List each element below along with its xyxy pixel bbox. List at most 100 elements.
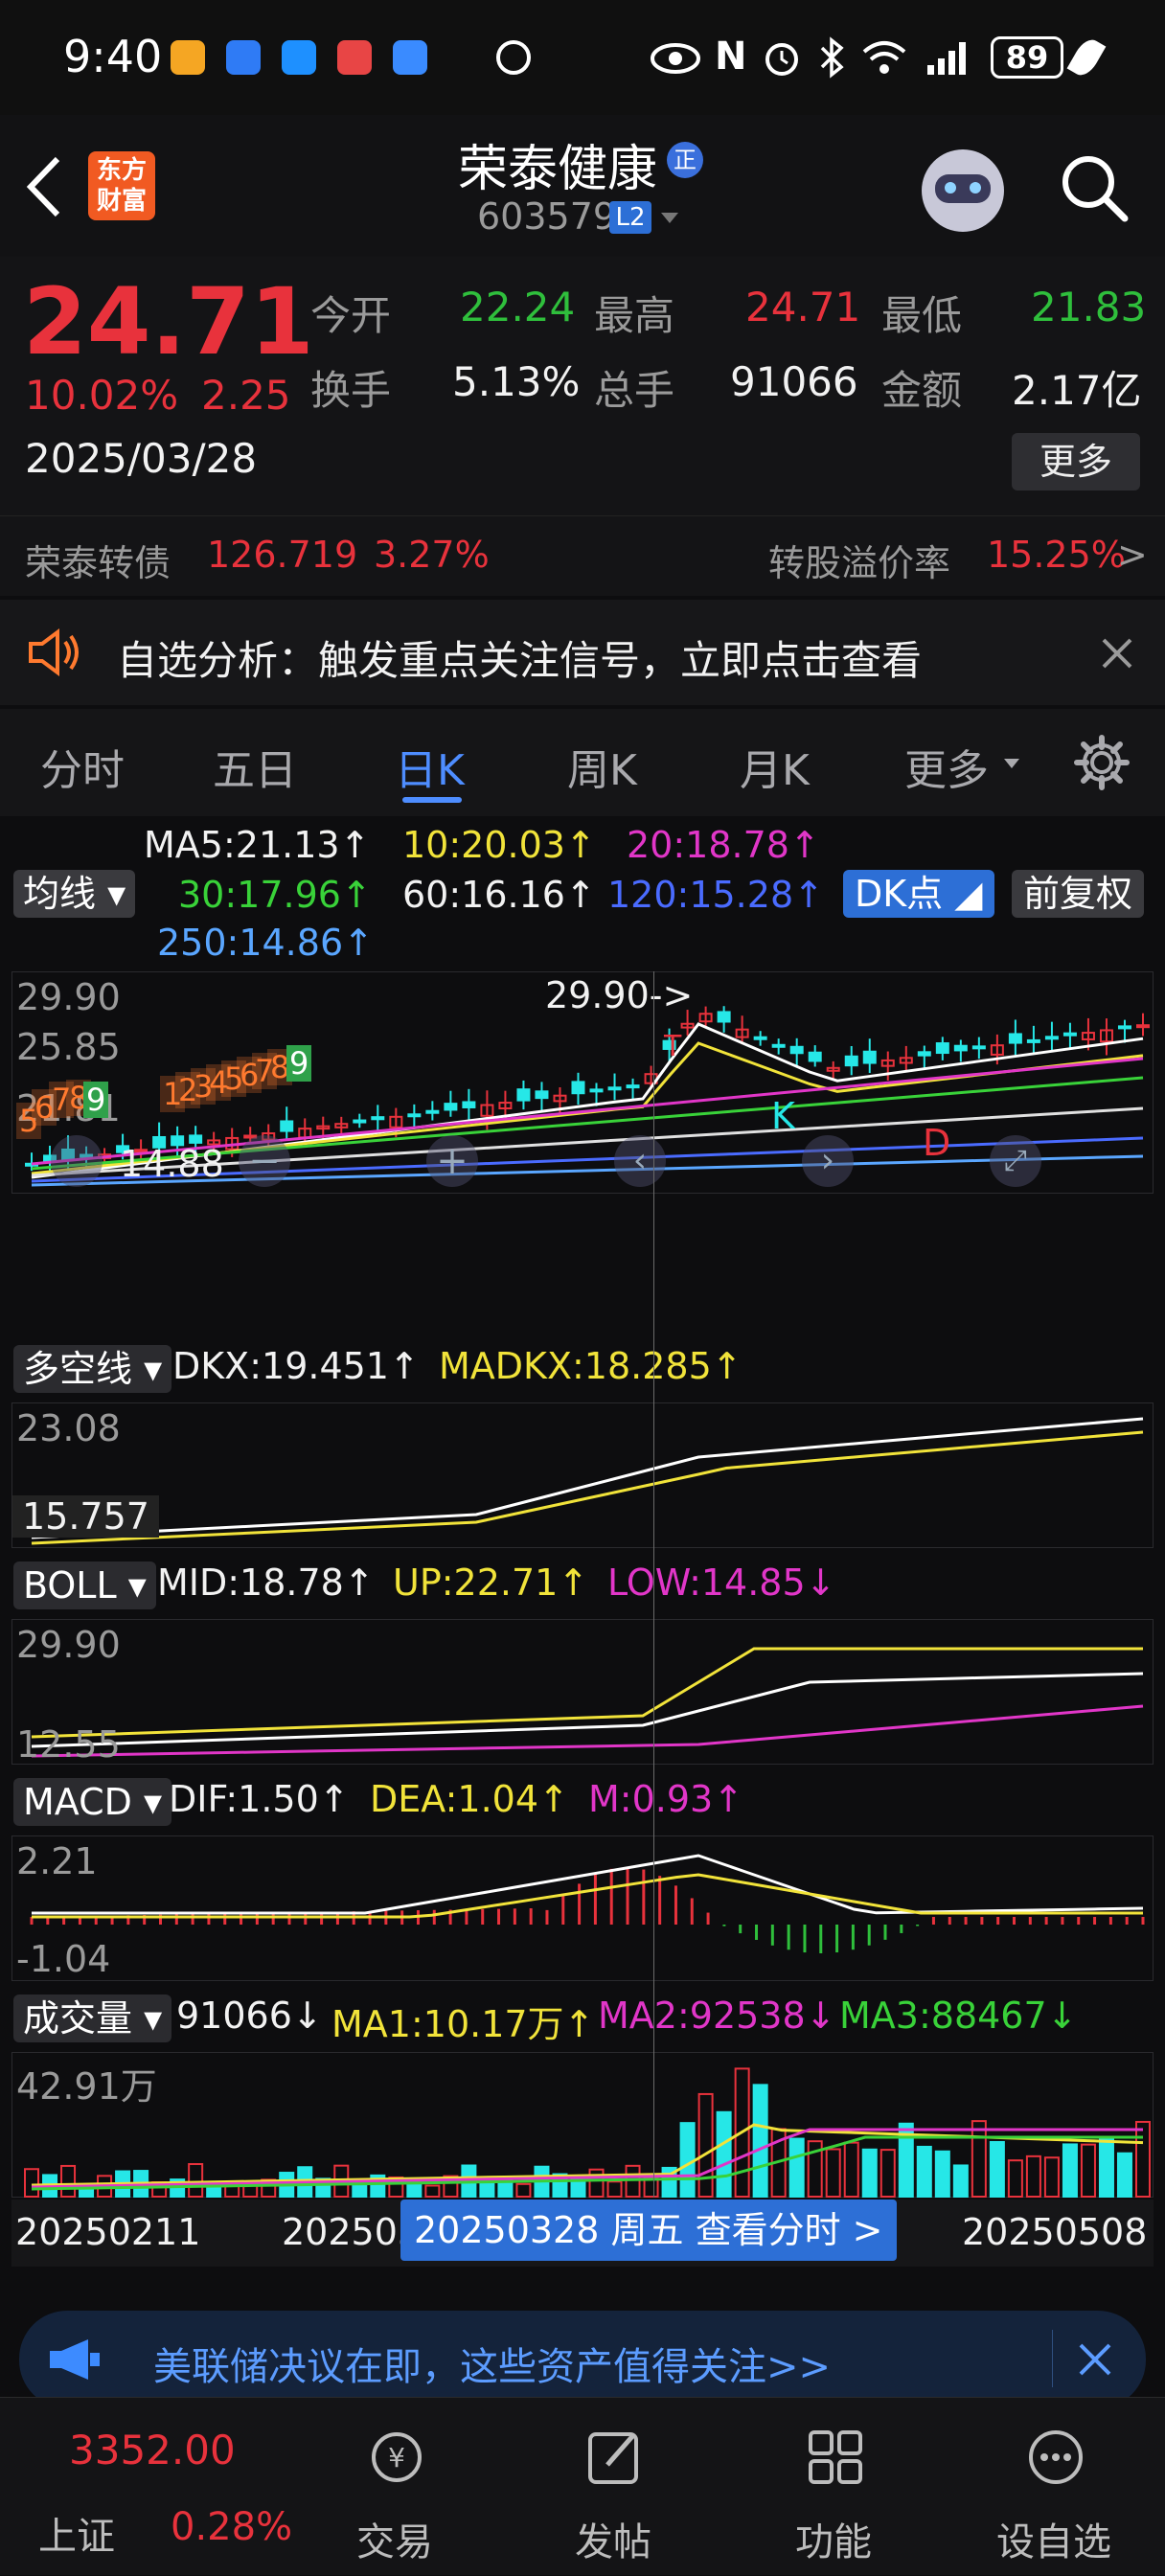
date-axis: 20250211 202503 20250508 20250328 周五 查看分… xyxy=(11,2200,1154,2267)
tab-intraday[interactable]: 分时 xyxy=(40,736,125,797)
expand-icon[interactable]: ⤢ xyxy=(990,1135,1041,1187)
notice-banner[interactable]: 自选分析：触发重点关注信号，立即点击查看 xyxy=(0,600,1165,705)
more-button[interactable]: 更多 xyxy=(1012,433,1140,490)
bottom-nav: 3352.00 上证 0.28% ¥ 交易 发帖 功能 设自选 xyxy=(0,2397,1165,2575)
dkx-panel[interactable]: 23.08 15.757 xyxy=(11,1402,1154,1548)
tab-monthly-k[interactable]: 月K xyxy=(740,736,810,797)
tab-more[interactable]: 更多 xyxy=(904,736,989,797)
ma60-label: 60:16.16↑ xyxy=(402,874,596,916)
volume-bar xyxy=(879,2149,896,2199)
tab-weekly-k[interactable]: 周K xyxy=(567,736,637,797)
volume-bar xyxy=(825,2148,841,2198)
cursor-date-button[interactable]: 20250328 周五 查看分时 > xyxy=(400,2200,897,2261)
candle-body xyxy=(953,1044,968,1052)
battery-indicator: 89 xyxy=(991,36,1063,79)
level2-badge[interactable]: L2 xyxy=(609,201,651,234)
premium-label: 转股溢价率 xyxy=(768,542,951,584)
volume-bar xyxy=(1135,2120,1151,2198)
amount-label: 金额 xyxy=(881,367,963,414)
app-icon xyxy=(226,40,261,75)
search-icon[interactable] xyxy=(1058,151,1131,224)
more-dots-icon xyxy=(1029,2430,1083,2484)
chart-area[interactable]: 均线 ▾ MA5:21.13↑ 10:20.03↑ 20:18.78↑ 30:1… xyxy=(0,816,1165,2299)
dkx-value: DKX:19.451↑ xyxy=(172,1345,420,1387)
tab-five-day[interactable]: 五日 xyxy=(213,736,297,797)
index-pct: 0.28% xyxy=(171,2505,293,2549)
candle-body xyxy=(571,1081,585,1095)
volume-value: 91066↓ xyxy=(176,1995,323,2037)
d-marker: D xyxy=(923,1122,951,1164)
quote-panel: 24.71 10.02% 2.25 2025/03/28 今开 22.24 最高… xyxy=(0,257,1165,515)
period-tabs: 分时 五日 日K 周K 月K 更多 xyxy=(0,709,1165,816)
trade-icon: ¥ xyxy=(372,2432,422,2482)
chevron-right-icon[interactable]: › xyxy=(802,1135,854,1187)
madkx-value: MADKX:18.285↑ xyxy=(439,1345,742,1387)
alarm-icon xyxy=(765,43,798,76)
tab-daily-k[interactable]: 日K xyxy=(395,736,465,797)
macd-dea: DEA:1.04↑ xyxy=(370,1778,569,1820)
chevron-left-icon[interactable]: ‹ xyxy=(614,1135,666,1187)
volume-bar xyxy=(916,2145,932,2198)
volume-label: 总手 xyxy=(594,367,675,414)
dkx-chart xyxy=(31,1417,1144,1545)
candle-body xyxy=(1026,1038,1040,1043)
active-tab-indicator xyxy=(402,797,462,803)
scroll-left-button[interactable] xyxy=(51,1135,103,1187)
dkx-ymax: 23.08 xyxy=(16,1407,121,1449)
speaker-icon xyxy=(29,628,79,676)
wifi-icon xyxy=(862,41,906,74)
settings-gear-icon[interactable] xyxy=(1073,734,1131,791)
dropdown-caret-icon xyxy=(1004,759,1019,768)
app-icon xyxy=(496,40,531,75)
turnover-label: 换手 xyxy=(310,367,392,414)
index-quote[interactable]: 3352.00 上证 0.28% xyxy=(0,2398,316,2576)
volume-bar xyxy=(697,2092,714,2199)
volume-bar xyxy=(971,2120,987,2198)
candle-body xyxy=(971,1045,986,1050)
robot-assistant-icon[interactable] xyxy=(922,149,1004,232)
volume-bar xyxy=(1080,2143,1096,2198)
back-arrow-icon[interactable] xyxy=(21,153,67,220)
nav-functions[interactable]: 功能 xyxy=(738,2398,929,2576)
macd-ymax: 2.21 xyxy=(16,1840,98,1882)
volume-chart xyxy=(24,2067,1151,2199)
close-icon[interactable] xyxy=(1100,636,1134,671)
candle-body xyxy=(771,1043,786,1048)
boll-ymax: 29.90 xyxy=(16,1624,121,1666)
volume-bar xyxy=(861,2148,878,2198)
kline-panel[interactable]: 29.90 25.85 21.81 29.90-> 14.88 K D T 56… xyxy=(11,971,1154,1194)
zoom-out-button[interactable]: − xyxy=(239,1135,290,1187)
nav-post[interactable]: 发帖 xyxy=(517,2398,709,2576)
volume-panel[interactable]: 42.91万 xyxy=(11,2052,1154,2199)
stock-name: 荣泰健康 xyxy=(458,141,658,198)
volume-selector[interactable]: 成交量 ▾ xyxy=(13,1995,172,2042)
candle-body xyxy=(862,1050,877,1064)
volume-value: 91066 xyxy=(730,358,858,405)
dkx-selector[interactable]: 多空线 ▾ xyxy=(13,1345,172,1393)
zoom-in-button[interactable]: + xyxy=(426,1135,478,1187)
dk-point-button[interactable]: DK点 ◢ xyxy=(843,870,994,918)
candle-body xyxy=(280,1120,294,1132)
boll-selector[interactable]: BOLL ▾ xyxy=(13,1562,156,1609)
macd-dif: DIF:1.50↑ xyxy=(169,1778,350,1820)
ad-text: 美联储决议在即，这些资产值得关注>> xyxy=(153,2345,832,2389)
macd-selector[interactable]: MACD ▾ xyxy=(13,1778,172,1826)
open-label: 今开 xyxy=(310,292,392,339)
app-icon xyxy=(393,40,427,75)
ma-selector[interactable]: 均线 ▾ xyxy=(13,870,136,918)
volume-bar xyxy=(679,2122,696,2198)
low-label: 最低 xyxy=(881,292,963,339)
adjust-button[interactable]: 前复权 xyxy=(1012,870,1145,918)
ma10-label: 10:20.03↑ xyxy=(402,824,596,866)
app-icon xyxy=(171,40,205,75)
boll-panel[interactable]: 29.90 12.55 xyxy=(11,1619,1154,1766)
nav-add-watchlist[interactable]: 设自选 xyxy=(958,2398,1150,2576)
t-marker: T xyxy=(664,1030,682,1063)
candle-body xyxy=(717,1011,731,1023)
macd-panel[interactable]: 2.21 -1.04 xyxy=(11,1835,1154,1981)
close-icon[interactable] xyxy=(1077,2341,1113,2378)
nav-trade[interactable]: ¥ 交易 xyxy=(299,2398,491,2576)
ad-banner[interactable]: 美联储决议在即，这些资产值得关注>> xyxy=(19,2311,1146,2408)
dropdown-caret-icon[interactable] xyxy=(659,211,680,226)
convertible-bond-row[interactable]: 荣泰转债 126.719 3.27% 转股溢价率 15.25% > xyxy=(0,515,1165,596)
